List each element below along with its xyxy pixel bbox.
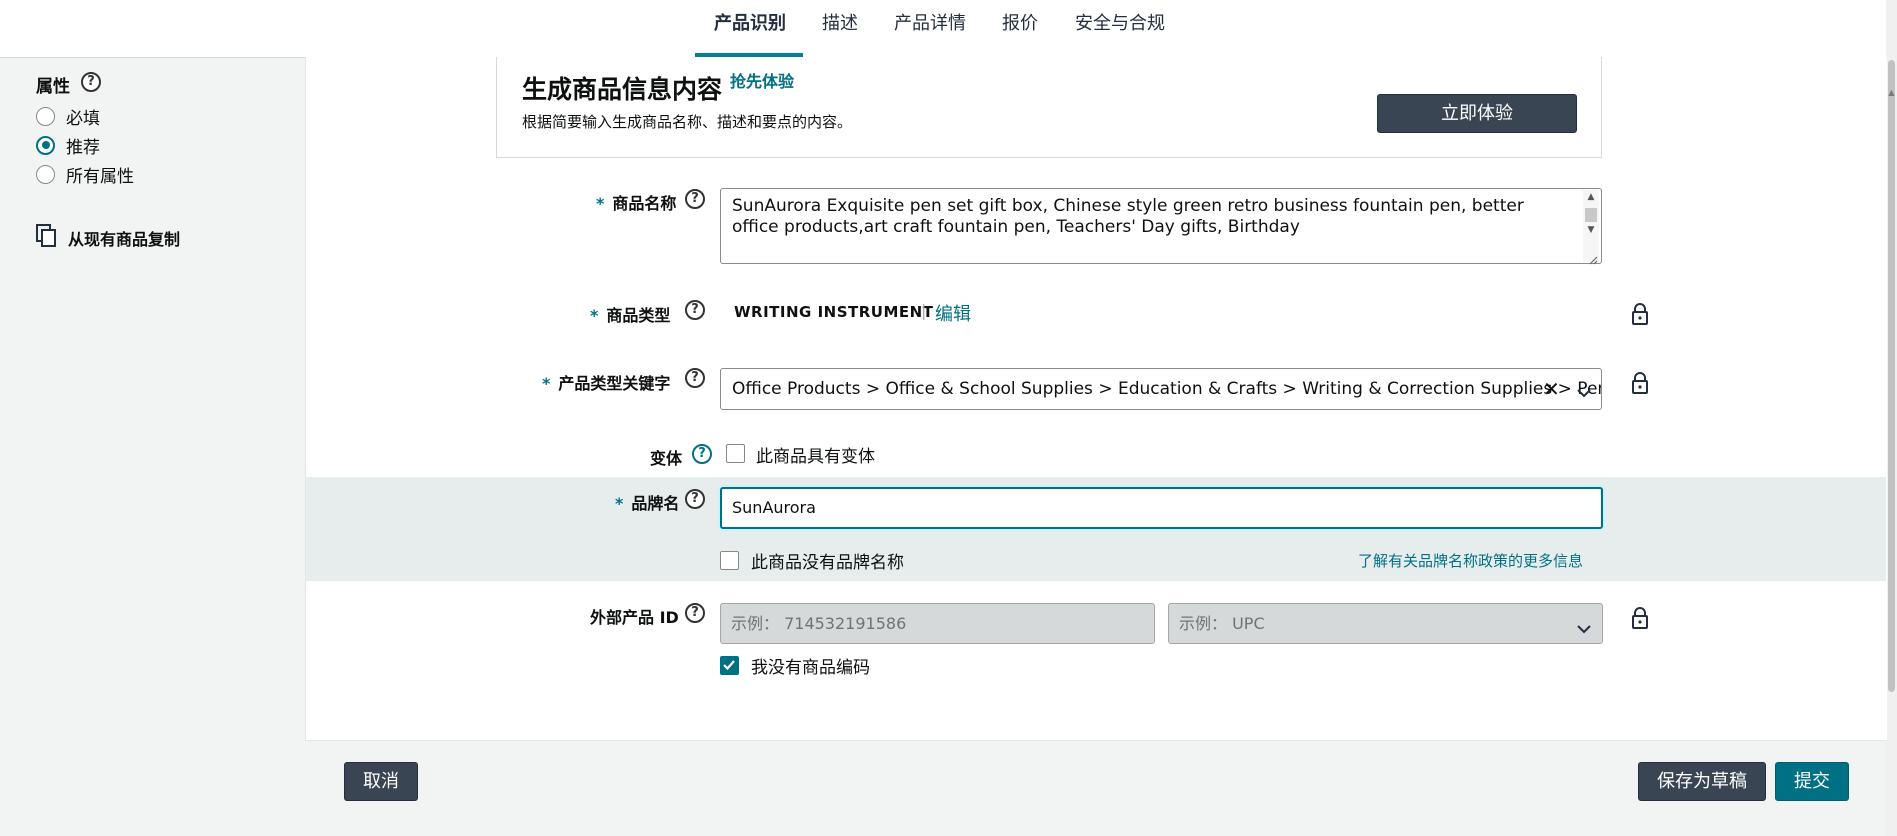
required-marker: * — [615, 494, 624, 513]
help-icon[interactable]: ? — [81, 72, 101, 92]
filter-all-attributes-label: 所有属性 — [66, 166, 134, 187]
help-icon[interactable]: ? — [685, 603, 705, 623]
product-type-label: * 商品类型 — [590, 302, 670, 326]
chevron-down-icon[interactable] — [1577, 619, 1591, 638]
external-id-label: 外部产品 ID — [590, 608, 679, 627]
no-brand-checkbox-label: 此商品没有品牌名称 — [751, 553, 904, 573]
submit-button[interactable]: 提交 — [1775, 762, 1849, 801]
required-marker: * — [596, 194, 605, 213]
copy-icon — [36, 224, 58, 252]
brand-label-text: 品牌名 — [631, 494, 680, 513]
variation-checkbox[interactable] — [726, 444, 745, 463]
cancel-button[interactable]: 取消 — [344, 762, 418, 801]
filter-recommended[interactable]: 推荐 — [36, 133, 100, 158]
external-id-type-select[interactable]: 示例： UPC — [1168, 603, 1603, 644]
brand-policy-link[interactable]: 了解有关品牌名称政策的更多信息 — [1358, 550, 1583, 571]
attributes-title: 属性 — [36, 77, 70, 97]
required-marker: * — [542, 374, 551, 393]
no-brand-checkbox[interactable] — [720, 551, 739, 570]
radio-icon[interactable] — [36, 106, 55, 126]
product-name-textarea[interactable]: SunAurora Exquisite pen set gift box, Ch… — [720, 188, 1602, 264]
type-keyword-label-text: 产品类型关键字 — [558, 374, 671, 393]
chevron-down-icon[interactable] — [1577, 383, 1591, 402]
filter-required-label: 必填 — [66, 108, 100, 129]
type-keyword-select[interactable]: Office Products > Office & School Suppli… — [720, 368, 1602, 410]
product-name-label-text: 商品名称 — [612, 194, 677, 213]
textarea-scrollbar-thumb[interactable] — [1585, 208, 1597, 222]
filter-all-attributes[interactable]: 所有属性 — [36, 162, 134, 187]
copy-from-existing-button[interactable]: 从现有商品复制 — [36, 224, 180, 252]
tab-offer[interactable]: 报价 — [1002, 12, 1038, 36]
early-access-badge: 抢先体验 — [730, 72, 795, 91]
separator: | — [921, 301, 927, 320]
checkmark-icon — [723, 660, 735, 671]
tab-safety-compliance[interactable]: 安全与合规 — [1075, 12, 1165, 36]
help-icon[interactable]: ? — [685, 300, 705, 320]
textarea-scroll-down-icon[interactable]: ▼ — [1583, 225, 1599, 235]
filter-required[interactable]: 必填 — [36, 104, 100, 129]
product-type-value: WRITING INSTRUMENT — [734, 303, 934, 321]
no-product-code-checkbox[interactable] — [720, 656, 739, 675]
help-icon[interactable]: ? — [685, 368, 705, 388]
copy-from-existing-label: 从现有商品复制 — [68, 230, 181, 249]
resize-handle-icon[interactable] — [1588, 250, 1598, 269]
lock-icon[interactable] — [1631, 372, 1649, 394]
required-marker: * — [590, 306, 599, 325]
clear-icon[interactable]: ✕ — [1543, 377, 1560, 401]
type-keyword-label: * 产品类型关键字 — [542, 370, 670, 394]
help-icon[interactable]: ? — [692, 444, 712, 464]
no-product-code-label: 我没有商品编码 — [751, 658, 870, 678]
help-icon[interactable]: ? — [685, 189, 705, 209]
tab-description[interactable]: 描述 — [822, 12, 858, 36]
product-name-label: * 商品名称 — [596, 190, 676, 214]
radio-selected-icon[interactable] — [36, 135, 55, 155]
save-draft-button[interactable]: 保存为草稿 — [1638, 762, 1766, 801]
scroll-up-arrow-icon[interactable]: ▲ — [1886, 88, 1897, 98]
promo-title: 生成商品信息内容 — [522, 75, 723, 104]
filter-recommended-label: 推荐 — [66, 137, 100, 158]
product-type-label-text: 商品类型 — [606, 306, 671, 325]
promo-description: 根据简要输入生成商品名称、描述和要点的内容。 — [522, 113, 853, 131]
variation-checkbox-label: 此商品具有变体 — [756, 447, 875, 467]
tab-product-details[interactable]: 产品详情 — [894, 12, 966, 36]
help-icon[interactable]: ? — [685, 489, 705, 509]
lock-icon[interactable] — [1631, 303, 1649, 325]
radio-icon[interactable] — [36, 164, 55, 184]
lock-icon[interactable] — [1631, 607, 1649, 629]
page-scrollbar-thumb[interactable] — [1888, 60, 1895, 692]
edit-product-type-link[interactable]: 编辑 — [935, 300, 971, 326]
tab-product-identity[interactable]: 产品识别 — [714, 12, 786, 36]
variation-label: 变体 — [650, 449, 683, 468]
try-now-button[interactable]: 立即体验 — [1377, 94, 1577, 133]
external-id-input[interactable]: 示例： 714532191586 — [720, 603, 1155, 644]
textarea-scroll-up-icon[interactable]: ▲ — [1583, 192, 1599, 202]
brand-name-input[interactable]: SunAurora — [720, 487, 1603, 529]
brand-label: * 品牌名 — [615, 490, 679, 514]
